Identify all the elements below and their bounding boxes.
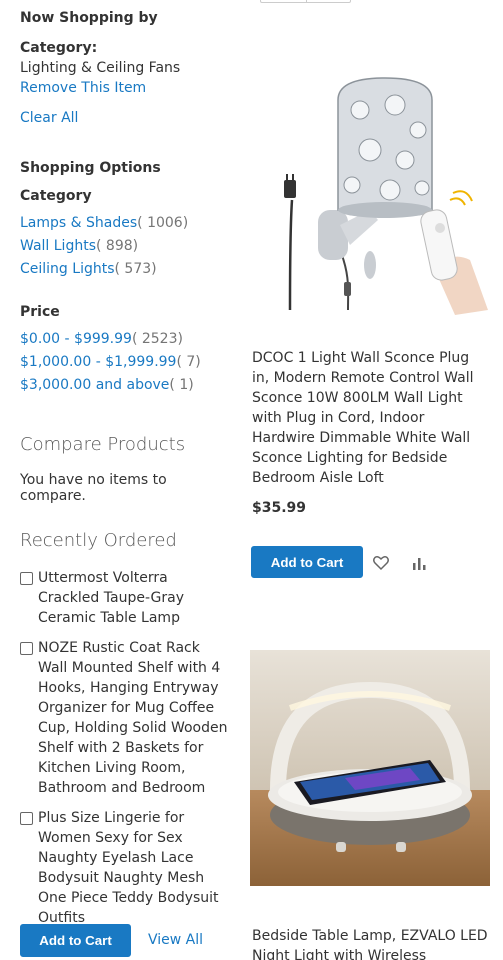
wall-sconce-image[interactable] [250, 60, 490, 320]
filter-option-count: ( 898) [96, 238, 139, 254]
remove-filter-link[interactable]: Remove This Item [20, 80, 146, 96]
filter-option[interactable]: $0.00 - $999.99( 2523) [20, 328, 201, 351]
filter-option-link[interactable]: Ceiling Lights [20, 261, 115, 277]
view-all-link[interactable]: View All [148, 932, 203, 948]
now-shopping-title: Now Shopping by [20, 10, 158, 26]
recent-item-checkbox[interactable] [20, 642, 33, 655]
clear-all-link[interactable]: Clear All [20, 110, 78, 126]
filter-option[interactable]: $1,000.00 - $1,999.99( 7) [20, 351, 201, 374]
filter-option-count: ( 573) [114, 261, 157, 277]
recent-item: Uttermost Volterra Crackled Taupe-Gray C… [20, 568, 232, 628]
product-name-link[interactable]: Bedside Table Lamp, EZVALO LED Night Lig… [252, 926, 488, 960]
filter-option-count: ( 7) [176, 354, 201, 370]
recent-item-name[interactable]: Uttermost Volterra Crackled Taupe-Gray C… [38, 568, 232, 628]
recently-ordered-list: Uttermost Volterra Crackled Taupe-Gray C… [20, 568, 232, 938]
product-name-link[interactable]: DCOC 1 Light Wall Sconce Plug in, Modern… [252, 348, 488, 488]
recent-item-name[interactable]: Plus Size Lingerie for Women Sexy for Se… [38, 808, 232, 928]
compare-empty-message: You have no items to compare. [20, 472, 167, 504]
add-to-cart-button[interactable]: Add to Cart [251, 546, 363, 578]
filter-option-link[interactable]: Wall Lights [20, 238, 96, 254]
filter-option-count: ( 1) [169, 377, 194, 393]
recent-item-checkbox[interactable] [20, 812, 33, 825]
recent-item-checkbox[interactable] [20, 572, 33, 585]
filter-option[interactable]: Ceiling Lights( 573) [20, 258, 188, 281]
category-filter-title: Category [20, 188, 92, 204]
filter-option-count: ( 1006) [137, 215, 189, 231]
price-filter-title: Price [20, 304, 60, 320]
category-filter-list: Lamps & Shades( 1006) Wall Lights( 898) … [20, 212, 188, 281]
filter-option-link[interactable]: $0.00 - $999.99 [20, 331, 132, 347]
shopping-options-title: Shopping Options [20, 160, 161, 176]
filter-option-link[interactable]: Lamps & Shades [20, 215, 137, 231]
price-filter-list: $0.00 - $999.99( 2523) $1,000.00 - $1,99… [20, 328, 201, 397]
filter-option-count: ( 2523) [131, 331, 183, 347]
product-price: $35.99 [252, 500, 307, 516]
active-filter-label: Category: [20, 40, 98, 56]
recent-add-to-cart-button[interactable]: Add to Cart [20, 924, 131, 957]
compare-icon[interactable] [410, 554, 428, 572]
active-filter-value: Lighting & Ceiling Fans [20, 60, 181, 76]
filter-option[interactable]: Lamps & Shades( 1006) [20, 212, 188, 235]
heart-icon[interactable] [372, 554, 390, 572]
recent-item: Plus Size Lingerie for Women Sexy for Se… [20, 808, 232, 928]
recent-item: NOZE Rustic Coat Rack Wall Mounted Shelf… [20, 638, 232, 798]
recent-item-name[interactable]: NOZE Rustic Coat Rack Wall Mounted Shelf… [38, 638, 232, 798]
toolbar-control[interactable] [260, 0, 351, 3]
filter-option-link[interactable]: $3,000.00 and above [20, 377, 169, 393]
filter-option-link[interactable]: $1,000.00 - $1,999.99 [20, 354, 176, 370]
wireless-charger-lamp-image[interactable] [250, 650, 490, 886]
recently-ordered-title: Recently Ordered [20, 530, 177, 551]
filter-option[interactable]: Wall Lights( 898) [20, 235, 188, 258]
filter-option[interactable]: $3,000.00 and above( 1) [20, 374, 201, 397]
compare-products-title: Compare Products [20, 434, 186, 455]
